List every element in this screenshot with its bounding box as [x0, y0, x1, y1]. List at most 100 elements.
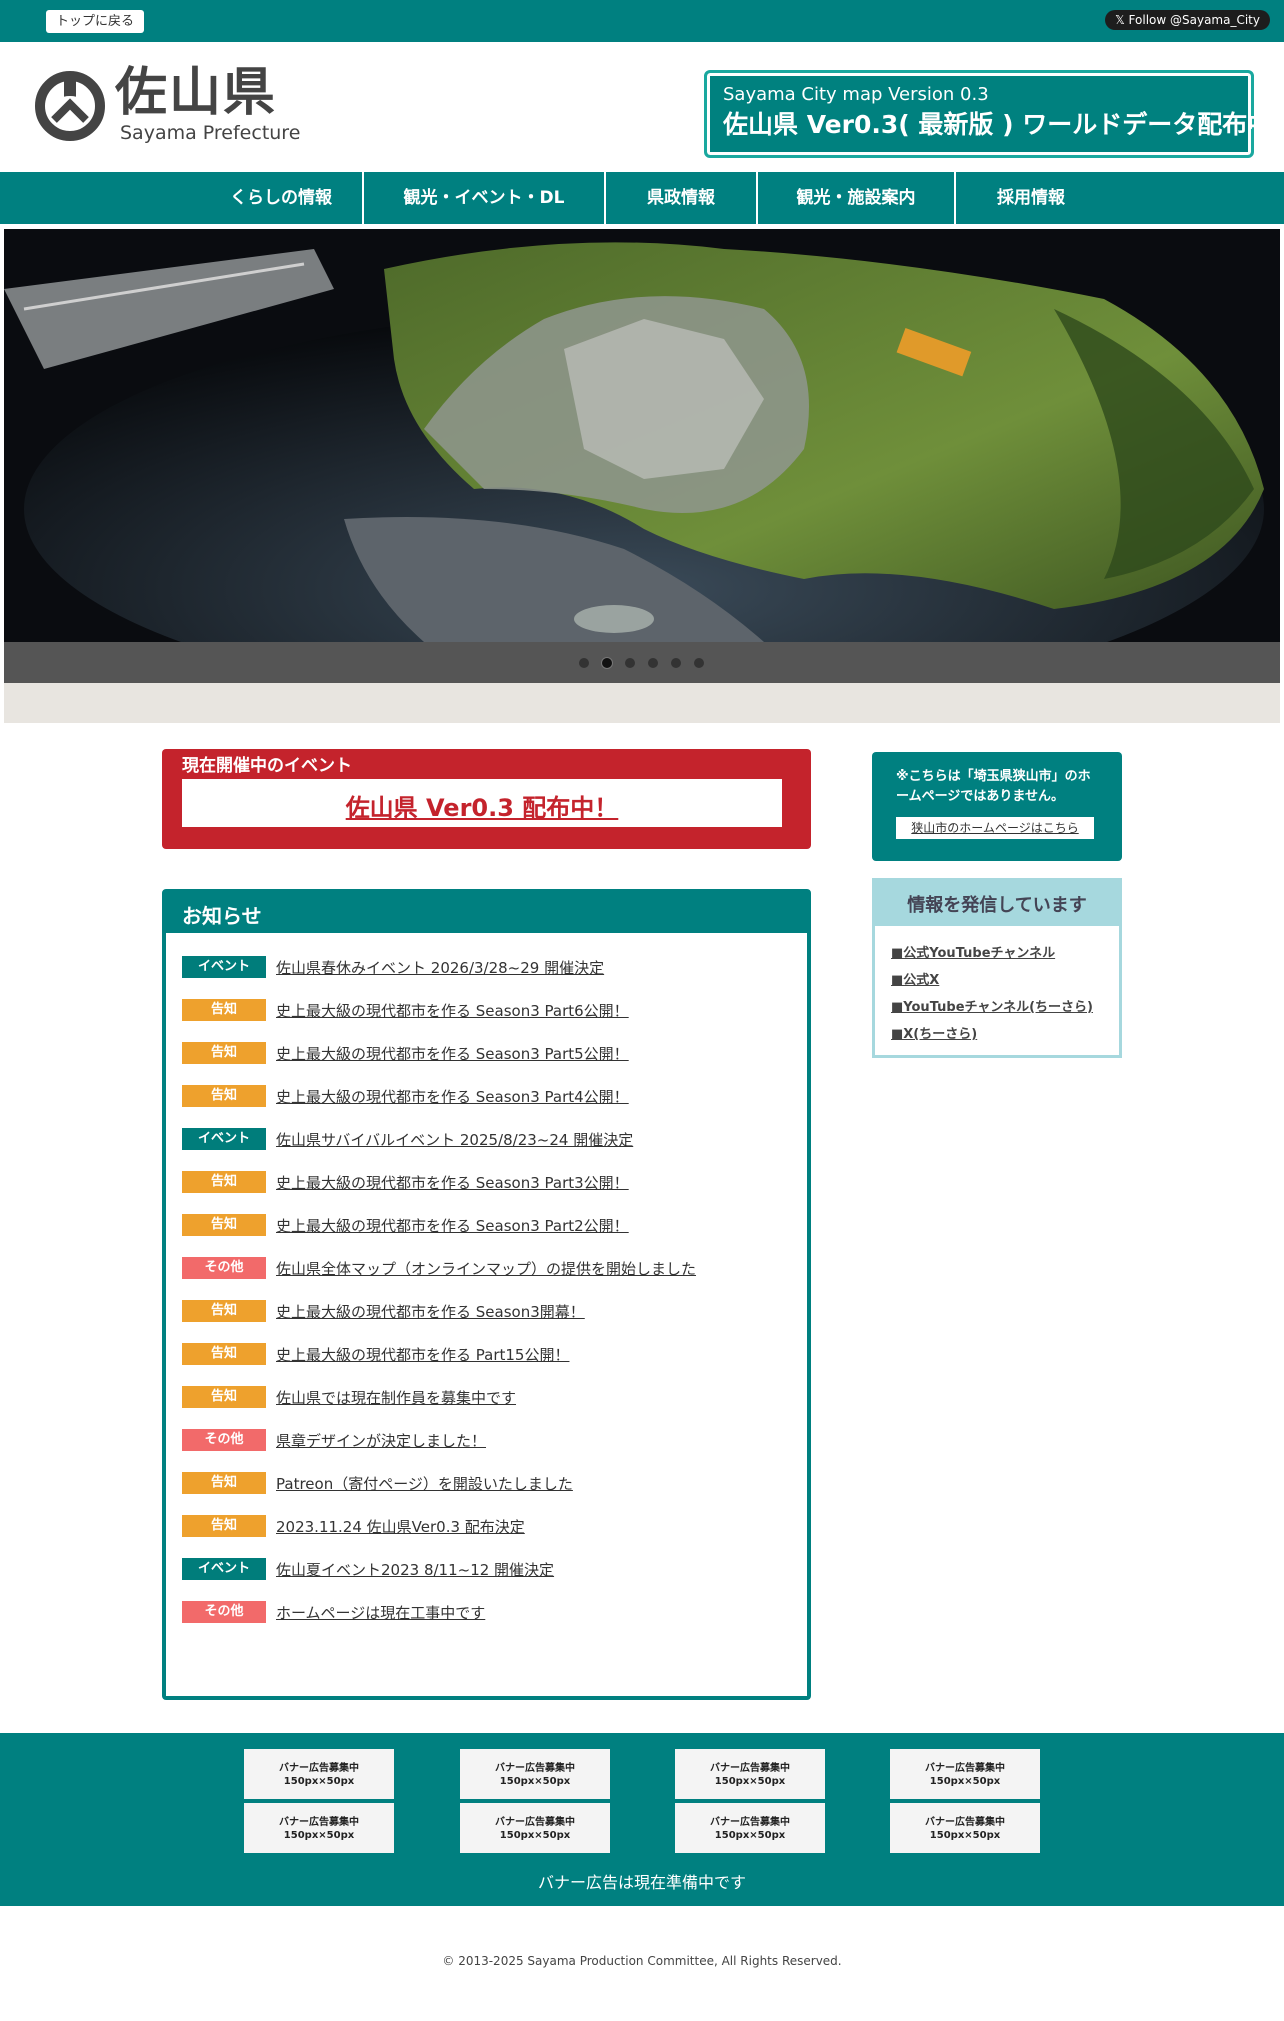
banner-ad-slot[interactable]: バナー広告募集中 150px×50px — [460, 1803, 610, 1853]
news-item-link[interactable]: 史上最大級の現代都市を作る Season3開幕！ — [276, 1300, 585, 1324]
promo-title: 佐山県 Ver0.3( 最新版 ) ワールドデータ配布中 — [723, 110, 1273, 139]
carousel-dot-active[interactable] — [602, 658, 612, 668]
news-item-link[interactable]: 2023.11.24 佐山県Ver0.3 配布決定 — [276, 1515, 525, 1539]
news-category-badge: 告知 — [182, 1386, 266, 1408]
logo-title[interactable]: 佐山県 — [115, 64, 277, 122]
banner-ad-label: バナー広告募集中 — [710, 1817, 790, 1828]
current-event-box: 現在開催中のイベント 佐山県 Ver0.3 配布中！ — [162, 749, 811, 849]
banner-ad-slot[interactable]: バナー広告募集中 150px×50px — [675, 1803, 825, 1853]
official-youtube-link[interactable]: ■公式YouTubeチャンネル — [891, 942, 1055, 961]
banner-ad-slot[interactable]: バナー広告募集中 150px×50px — [890, 1749, 1040, 1799]
chisara-youtube-link[interactable]: ■YouTubeチャンネル(ちーさら) — [891, 996, 1093, 1015]
banner-ad-size: 150px×50px — [714, 1776, 786, 1787]
news-category-badge: 告知 — [182, 1042, 266, 1064]
banner-ad-size: 150px×50px — [714, 1830, 786, 1841]
carousel-dot[interactable] — [648, 658, 658, 668]
chisara-x-link[interactable]: ■X(ちーさら) — [891, 1023, 977, 1042]
news-title: お知らせ — [166, 893, 807, 933]
current-event-title: 現在開催中のイベント — [182, 756, 352, 776]
current-event-link[interactable]: 佐山県 Ver0.3 配布中！ — [346, 794, 619, 822]
promo-subtitle: Sayama City map Version 0.3 — [723, 84, 989, 105]
banner-ad-size: 150px×50px — [283, 1776, 355, 1787]
news-item-link[interactable]: Patreon（寄付ページ）を開設いたしました — [276, 1472, 573, 1496]
banner-ad-size: 150px×50px — [499, 1830, 571, 1841]
hero-carousel-slide[interactable] — [4, 229, 1280, 642]
news-category-badge: 告知 — [182, 1300, 266, 1322]
news-category-badge: 告知 — [182, 1214, 266, 1236]
prefecture-emblem-icon[interactable] — [34, 70, 106, 142]
banner-ad-slot[interactable]: バナー広告募集中 150px×50px — [460, 1749, 610, 1799]
banner-ad-label: バナー広告募集中 — [279, 1817, 359, 1828]
disclaimer-text: ※こちらは「埼玉県狭山市」のホームページではありません。 — [896, 769, 1091, 804]
news-category-badge: 告知 — [182, 1343, 266, 1365]
nav-item-living[interactable]: くらしの情報 — [200, 172, 362, 224]
sayama-city-link[interactable]: 狭山市のホームページはこちら — [896, 817, 1094, 839]
news-category-badge: その他 — [182, 1429, 266, 1451]
banner-ad-size: 150px×50px — [283, 1830, 355, 1841]
back-to-top-button[interactable]: トップに戻る — [46, 10, 145, 33]
news-item-link[interactable]: 史上最大級の現代都市を作る Part15公開！ — [276, 1343, 569, 1367]
news-item-link[interactable]: 県章デザインが決定しました！ — [276, 1429, 486, 1453]
banner-ad-size: 150px×50px — [499, 1776, 571, 1787]
logo-subtitle: Sayama Prefecture — [120, 122, 301, 144]
news-item-link[interactable]: 佐山県春休みイベント 2026/3/28~29 開催決定 — [276, 956, 604, 980]
main-nav: くらしの情報 観光・イベント・DL 県政情報 観光・施設案内 採用情報 — [0, 172, 1284, 224]
banner-ad-label: バナー広告募集中 — [495, 1817, 575, 1828]
site-header: 佐山県 Sayama Prefecture Sayama City map Ve… — [0, 42, 1284, 172]
banner-ad-label: バナー広告募集中 — [710, 1763, 790, 1774]
current-event-link-box: 佐山県 Ver0.3 配布中！ — [182, 779, 782, 827]
carousel-dot[interactable] — [579, 658, 589, 668]
banner-ad-section: バナー広告募集中 150px×50px バナー広告募集中 150px×50px バナー広… — [0, 1733, 1284, 1906]
banner-ad-label: バナー広告募集中 — [925, 1763, 1005, 1774]
nav-item-recruitment[interactable]: 採用情報 — [956, 172, 1106, 224]
news-item-link[interactable]: 史上最大級の現代都市を作る Season3 Part6公開！ — [276, 999, 629, 1023]
news-category-badge: イベント — [182, 956, 266, 978]
banner-ad-label: バナー広告募集中 — [925, 1817, 1005, 1828]
disclaimer-box: ※こちらは「埼玉県狭山市」のホームページではありません。 狭山市のホームページは… — [872, 752, 1122, 861]
banner-ad-size: 150px×50px — [929, 1776, 1001, 1787]
news-panel: お知らせ イベント 佐山県春休みイベント 2026/3/28~29 開催決定 告知史… — [162, 889, 811, 1700]
official-x-link[interactable]: ■公式X — [891, 969, 939, 988]
carousel-pagination — [4, 642, 1280, 683]
news-category-badge: イベント — [182, 1558, 266, 1580]
news-category-badge: 告知 — [182, 1171, 266, 1193]
social-links-box: 情報を発信しています ■公式YouTubeチャンネル ■公式X ■YouTube… — [872, 878, 1122, 1058]
carousel-dot[interactable] — [671, 658, 681, 668]
news-category-badge: その他 — [182, 1257, 266, 1279]
news-category-badge: イベント — [182, 1128, 266, 1150]
carousel-dot[interactable] — [625, 658, 635, 668]
news-item-link[interactable]: 佐山県全体マップ（オンラインマップ）の提供を開始しました — [276, 1257, 696, 1281]
carousel-dot[interactable] — [694, 658, 704, 668]
banner-ad-slot[interactable]: バナー広告募集中 150px×50px — [675, 1749, 825, 1799]
news-category-badge: 告知 — [182, 1515, 266, 1537]
social-links-title: 情報を発信しています — [875, 881, 1119, 926]
news-item-link[interactable]: ホームページは現在工事中です — [276, 1601, 485, 1625]
nav-item-facilities[interactable]: 観光・施設案内 — [758, 172, 954, 224]
banner-ad-slot[interactable]: バナー広告募集中 150px×50px — [244, 1749, 394, 1799]
news-item-link[interactable]: 史上最大級の現代都市を作る Season3 Part5公開！ — [276, 1042, 629, 1066]
banner-note: バナー広告は現在準備中です — [537, 1873, 746, 1892]
nav-item-government[interactable]: 県政情報 — [606, 172, 756, 224]
city-map-image — [4, 229, 1280, 642]
news-category-badge: 告知 — [182, 1472, 266, 1494]
news-item-link[interactable]: 佐山県では現在制作員を募集中です — [276, 1386, 516, 1410]
world-data-promo-banner[interactable]: Sayama City map Version 0.3 佐山県 Ver0.3( … — [704, 70, 1273, 158]
x-follow-button[interactable]: 𝕏 Follow @Sayama_City — [1105, 10, 1270, 30]
news-item-link[interactable]: 佐山県サバイバルイベント 2025/8/23~24 開催決定 — [276, 1128, 633, 1152]
news-item-link[interactable]: 史上最大級の現代都市を作る Season3 Part2公開！ — [276, 1214, 629, 1238]
banner-ad-label: バナー広告募集中 — [495, 1763, 575, 1774]
news-category-badge: 告知 — [182, 999, 266, 1021]
news-category-badge: 告知 — [182, 1085, 266, 1107]
top-bar: トップに戻る 𝕏 Follow @Sayama_City — [0, 0, 1284, 42]
banner-ad-slot[interactable]: バナー広告募集中 150px×50px — [890, 1803, 1040, 1853]
news-item-link[interactable]: 史上最大級の現代都市を作る Season3 Part4公開！ — [276, 1085, 629, 1109]
banner-ad-label: バナー広告募集中 — [279, 1763, 359, 1774]
copyright: © 2013-2025 Sayama Production Committee,… — [442, 1954, 842, 1968]
news-item-link[interactable]: 佐山夏イベント2023 8/11~12 開催決定 — [276, 1558, 554, 1582]
news-item-link[interactable]: 史上最大級の現代都市を作る Season3 Part3公開！ — [276, 1171, 629, 1195]
nav-item-tourism-events-dl[interactable]: 観光・イベント・DL — [364, 172, 604, 224]
news-category-badge: その他 — [182, 1601, 266, 1623]
hero-bottom-band — [4, 683, 1280, 723]
banner-ad-slot[interactable]: バナー広告募集中 150px×50px — [244, 1803, 394, 1853]
banner-ad-size: 150px×50px — [929, 1830, 1001, 1841]
